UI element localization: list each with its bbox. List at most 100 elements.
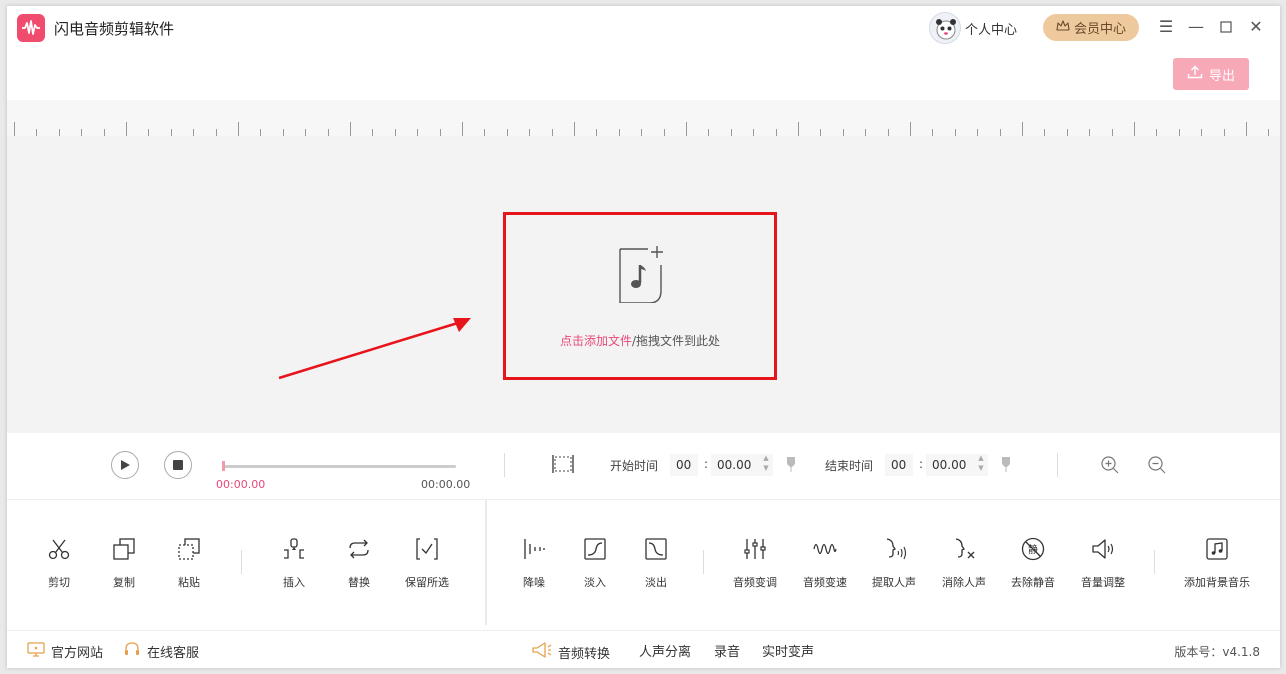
export-button[interactable]: 导出 bbox=[1173, 58, 1249, 90]
user-center-link[interactable]: 个人中心 bbox=[965, 19, 1017, 38]
export-label: 导出 bbox=[1208, 68, 1235, 84]
title-bar: 闪电音频剪辑软件 个人中心 会员中心 ☰ — ✕ bbox=[7, 6, 1280, 50]
copy-tool[interactable]: 复制 bbox=[89, 536, 159, 596]
silence-icon: 静 bbox=[1021, 537, 1045, 561]
denoise-icon bbox=[524, 539, 545, 559]
fade-out-tool[interactable]: 淡出 bbox=[621, 536, 691, 596]
maximize-icon[interactable] bbox=[1215, 16, 1237, 38]
add-bgm-label: 添加背景音乐 bbox=[1184, 576, 1250, 589]
total-time: 00:00.00 bbox=[421, 478, 471, 491]
keep-selection-icon bbox=[416, 538, 438, 560]
copy-label: 复制 bbox=[113, 576, 135, 589]
avatar[interactable] bbox=[929, 12, 961, 44]
online-support-link[interactable]: 在线客服 bbox=[123, 641, 199, 661]
remove-silence-label: 去除静音 bbox=[1011, 576, 1055, 589]
paste-tool[interactable]: 粘贴 bbox=[154, 536, 224, 596]
official-website-link[interactable]: 官方网站 bbox=[27, 641, 103, 661]
set-start-pin-icon[interactable] bbox=[786, 456, 796, 472]
app-window: 闪电音频剪辑软件 个人中心 会员中心 ☰ — ✕ 导出 点击添加文件/拖拽文件到… bbox=[7, 6, 1280, 668]
stop-button[interactable] bbox=[164, 451, 192, 479]
add-file-link[interactable]: 点击添加文件 bbox=[560, 334, 632, 348]
denoise-label: 降噪 bbox=[523, 576, 545, 589]
start-time-label: 开始时间 bbox=[610, 459, 659, 473]
vip-center-button[interactable]: 会员中心 bbox=[1043, 14, 1139, 41]
headset-icon bbox=[123, 641, 141, 661]
waveform-area: 点击添加文件/拖拽文件到此处 bbox=[7, 136, 1280, 433]
paste-label: 粘贴 bbox=[178, 576, 200, 589]
start-time-spinner[interactable]: ▲ ▼ bbox=[762, 453, 770, 475]
scissors-icon bbox=[48, 539, 70, 560]
time-colon: : bbox=[919, 457, 924, 471]
denoise-tool[interactable]: 降噪 bbox=[499, 536, 569, 596]
insert-label: 插入 bbox=[283, 576, 305, 589]
cut-tool[interactable]: 剪切 bbox=[24, 536, 94, 596]
speaker-icon bbox=[1092, 539, 1114, 559]
record-link[interactable]: 录音 bbox=[714, 641, 740, 660]
speed-tool[interactable]: 音频变速 bbox=[790, 536, 860, 596]
progress-handle[interactable] bbox=[222, 461, 225, 471]
start-minutes-input[interactable]: 00 bbox=[670, 454, 698, 476]
select-range-icon[interactable] bbox=[551, 453, 575, 475]
add-bgm-tool[interactable]: 添加背景音乐 bbox=[1182, 536, 1252, 596]
upload-icon bbox=[1187, 65, 1203, 83]
fade-in-tool[interactable]: 淡入 bbox=[560, 536, 630, 596]
remove-silence-tool[interactable]: 静 去除静音 bbox=[998, 536, 1068, 596]
stop-icon bbox=[173, 460, 183, 470]
keep-selection-label: 保留所选 bbox=[405, 576, 449, 589]
extract-voice-tool[interactable]: 提取人声 bbox=[859, 536, 929, 596]
end-time-spinner[interactable]: ▲ ▼ bbox=[977, 453, 985, 475]
file-drop-zone[interactable]: 点击添加文件/拖拽文件到此处 bbox=[503, 212, 777, 380]
remove-voice-label: 消除人声 bbox=[942, 576, 986, 589]
replace-icon bbox=[349, 539, 369, 559]
remove-voice-tool[interactable]: 消除人声 bbox=[929, 536, 999, 596]
copy-icon bbox=[113, 538, 135, 560]
version-text: 版本号：v4.1.8 bbox=[1174, 645, 1260, 659]
set-end-pin-icon[interactable] bbox=[1001, 456, 1011, 472]
divider bbox=[485, 500, 487, 625]
paste-icon bbox=[178, 538, 200, 560]
divider bbox=[504, 453, 505, 477]
fade-in-label: 淡入 bbox=[584, 576, 606, 589]
megaphone-icon bbox=[530, 641, 552, 663]
minimize-icon[interactable]: — bbox=[1185, 16, 1207, 38]
play-icon bbox=[121, 460, 130, 470]
keep-selection-tool[interactable]: 保留所选 bbox=[392, 536, 462, 596]
realtime-voice-change-link[interactable]: 实时变声 bbox=[762, 641, 814, 660]
extract-voice-icon bbox=[886, 538, 907, 560]
audio-convert-link[interactable]: 音频转换 bbox=[530, 641, 610, 663]
annotation-arrow bbox=[278, 318, 471, 380]
menu-icon[interactable]: ☰ bbox=[1155, 16, 1177, 38]
pitch-tool[interactable]: 音频变调 bbox=[720, 536, 790, 596]
wave-icon bbox=[813, 543, 837, 555]
zoom-in-icon[interactable] bbox=[1099, 454, 1121, 476]
drop-hint: 点击添加文件/拖拽文件到此处 bbox=[506, 332, 774, 349]
zoom-out-icon[interactable] bbox=[1146, 454, 1168, 476]
current-time: 00:00.00 bbox=[216, 478, 266, 491]
app-logo-icon bbox=[17, 14, 45, 42]
remove-voice-icon bbox=[955, 538, 975, 559]
replace-tool[interactable]: 替换 bbox=[324, 536, 394, 596]
insert-icon bbox=[284, 538, 304, 559]
volume-label: 音量调整 bbox=[1081, 576, 1125, 589]
drag-hint-text: /拖拽文件到此处 bbox=[631, 334, 721, 348]
app-title: 闪电音频剪辑软件 bbox=[54, 20, 175, 38]
player-bar: 00:00.00 00:00.00 开始时间 00 : 00.00 ▲ ▼ 结束时… bbox=[7, 433, 1280, 499]
timeline-ruler[interactable] bbox=[7, 100, 1280, 136]
play-button[interactable] bbox=[111, 451, 139, 479]
voice-separate-link[interactable]: 人声分离 bbox=[639, 641, 691, 660]
cut-label: 剪切 bbox=[48, 576, 70, 589]
audio-convert-label: 音频转换 bbox=[558, 646, 611, 662]
insert-tool[interactable]: 插入 bbox=[259, 536, 329, 596]
tool-panel: 剪切 复制 粘贴 插入 替换 保留所选 降噪 淡入 淡出 音频变调 音频变速 提… bbox=[7, 499, 1280, 625]
divider bbox=[1057, 453, 1058, 477]
fade-in-icon bbox=[584, 538, 606, 560]
volume-tool[interactable]: 音量调整 bbox=[1068, 536, 1138, 596]
pitch-label: 音频变调 bbox=[733, 576, 777, 589]
divider bbox=[1154, 550, 1155, 574]
extract-voice-label: 提取人声 bbox=[872, 576, 916, 589]
playback-progress[interactable] bbox=[222, 461, 456, 471]
close-icon[interactable]: ✕ bbox=[1245, 16, 1267, 38]
end-minutes-input[interactable]: 00 bbox=[885, 454, 913, 476]
divider bbox=[703, 550, 704, 574]
replace-label: 替换 bbox=[348, 576, 370, 589]
